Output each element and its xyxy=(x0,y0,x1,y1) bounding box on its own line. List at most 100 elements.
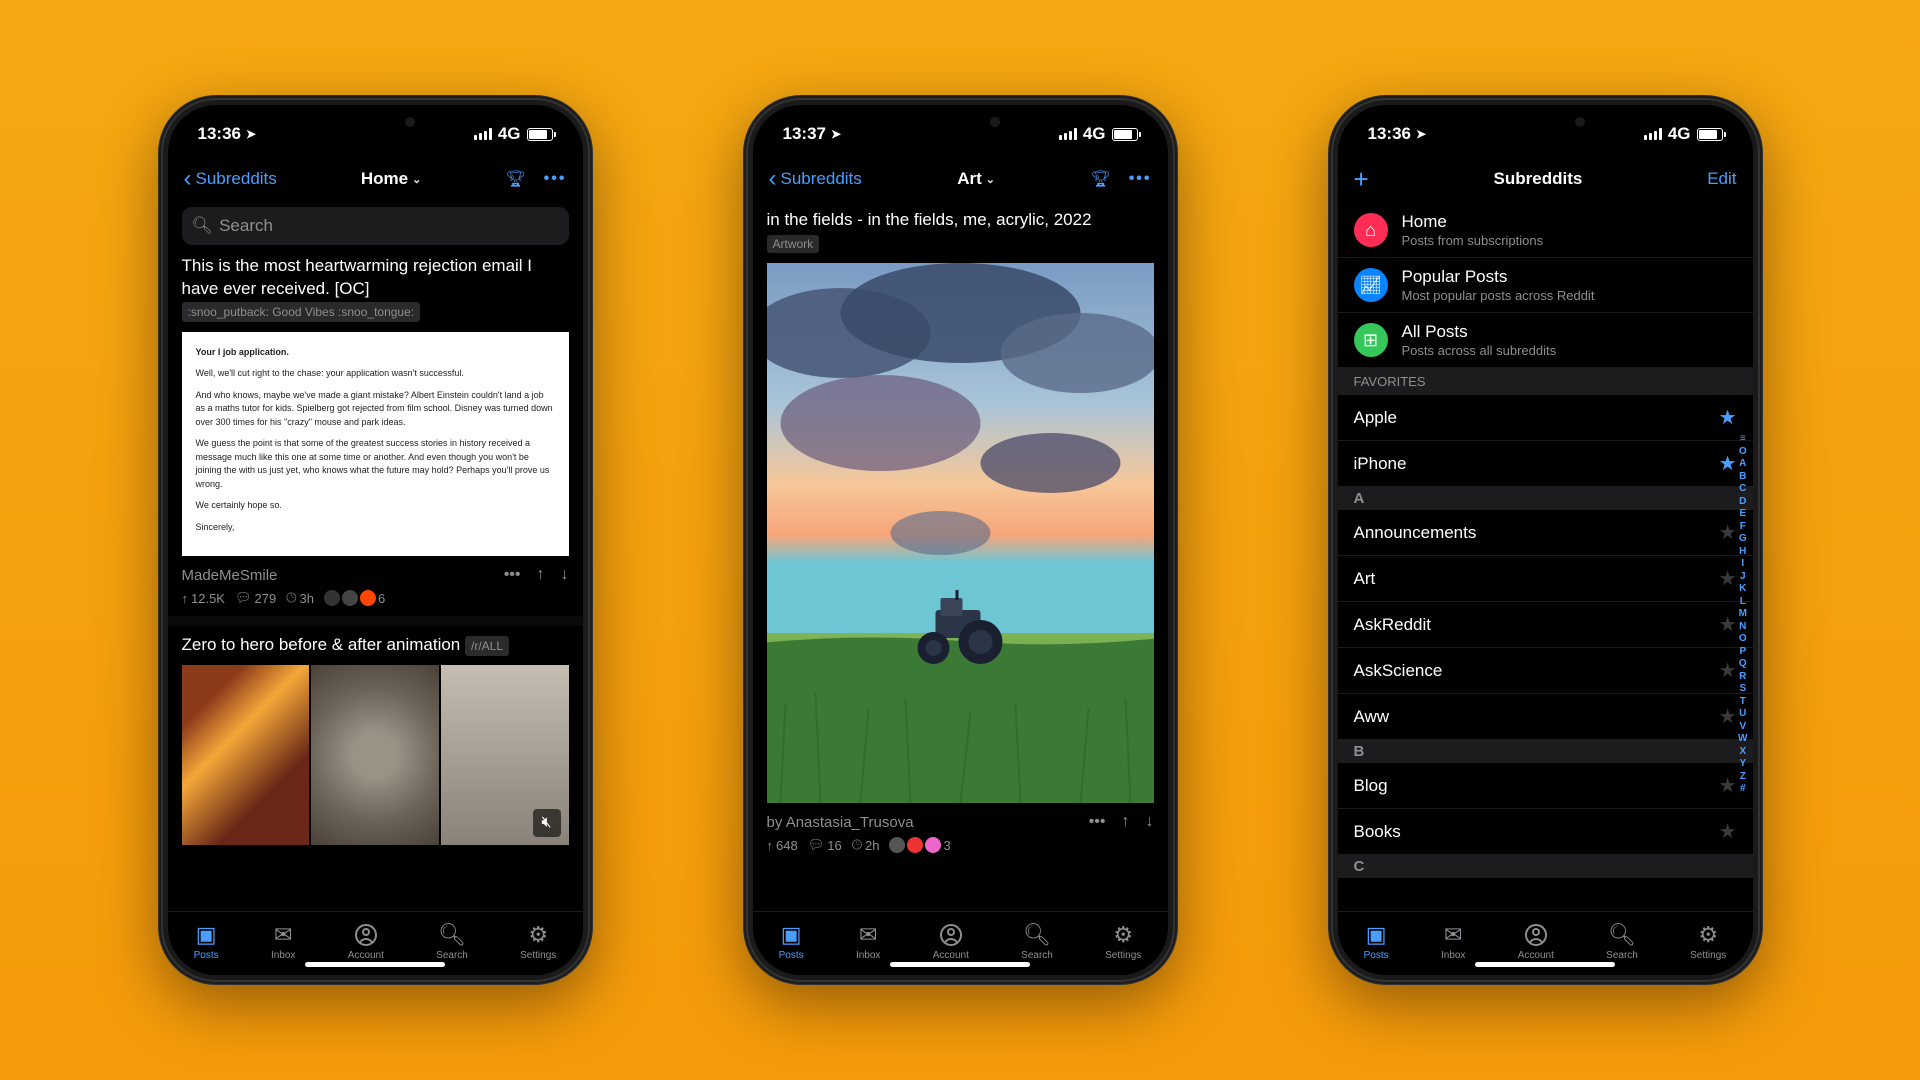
tab-inbox[interactable]: ✉Inbox xyxy=(856,922,880,961)
star-icon[interactable]: ★ xyxy=(1719,520,1737,545)
comment-count: 💬︎ 279 xyxy=(235,590,276,606)
home-indicator[interactable] xyxy=(305,962,445,967)
inbox-icon: ✉ xyxy=(1444,922,1462,948)
post-card[interactable]: This is the most heartwarming rejection … xyxy=(168,255,583,606)
location-icon: ➤ xyxy=(1416,127,1426,141)
star-icon[interactable]: ★ xyxy=(1719,773,1737,798)
battery-icon xyxy=(1112,128,1138,141)
post-flair: :snoo_putback: Good Vibes :snoo_tongue: xyxy=(182,302,421,322)
trophy-icon[interactable]: 🏆︎ xyxy=(1090,169,1110,189)
tab-settings[interactable]: ⚙Settings xyxy=(1105,922,1141,961)
star-icon[interactable]: ★ xyxy=(1719,566,1737,591)
nav-title-dropdown[interactable]: Art⌄ xyxy=(957,169,995,189)
nav-bar: ‹Subreddits Home⌄ 🏆︎ ••• xyxy=(168,155,583,203)
star-icon[interactable]: ★ xyxy=(1719,704,1737,729)
author-link[interactable]: by Anastasia_Trusova xyxy=(767,814,914,831)
tab-settings[interactable]: ⚙Settings xyxy=(1690,922,1726,961)
chevron-left-icon: ‹ xyxy=(769,165,777,193)
post-image[interactable]: Your I job application. Well, we'll cut … xyxy=(182,332,569,557)
nav-title-dropdown[interactable]: Home⌄ xyxy=(361,169,421,189)
upvote-icon[interactable]: ↑ xyxy=(1122,813,1130,831)
tab-search[interactable]: 🔍︎Search xyxy=(1606,922,1638,961)
trophy-icon[interactable]: 🏆︎ xyxy=(505,169,525,189)
signal-icon xyxy=(1644,128,1662,140)
add-button[interactable]: + xyxy=(1354,164,1369,195)
tab-inbox[interactable]: ✉Inbox xyxy=(1441,922,1465,961)
location-icon: ➤ xyxy=(246,127,256,141)
section-header-letter: A xyxy=(1338,487,1753,510)
tab-posts[interactable]: ▣Posts xyxy=(194,922,219,961)
subreddit-item[interactable]: Books★ xyxy=(1338,809,1753,855)
subreddit-item[interactable]: AskScience★ xyxy=(1338,648,1753,694)
search-input[interactable]: 🔍︎Search xyxy=(182,207,569,245)
home-icon: ⌂ xyxy=(1354,213,1388,247)
upvote-count: ↑ 12.5K xyxy=(182,591,225,606)
tab-account[interactable]: Account xyxy=(348,922,384,961)
phone-subreddits: 13:36➤ 4G + Subreddits Edit ≡OABCDEFGHIJ… xyxy=(1328,95,1763,985)
subreddit-item[interactable]: Blog★ xyxy=(1338,763,1753,809)
mute-icon[interactable]: 🔇︎ xyxy=(533,809,561,837)
post-flair: /r/ALL xyxy=(465,636,509,656)
upvote-icon[interactable]: ↑ xyxy=(537,566,545,584)
subreddit-item[interactable]: Aww★ xyxy=(1338,694,1753,740)
post-image[interactable] xyxy=(767,263,1154,803)
tab-search[interactable]: 🔍︎Search xyxy=(1021,922,1053,961)
home-indicator[interactable] xyxy=(890,962,1030,967)
feed-item-all-posts[interactable]: ⊞All PostsPosts across all subreddits xyxy=(1338,313,1753,368)
tab-inbox[interactable]: ✉Inbox xyxy=(271,922,295,961)
star-icon[interactable]: ★ xyxy=(1719,612,1737,637)
account-icon xyxy=(1524,922,1548,948)
subreddit-item[interactable]: Announcements★ xyxy=(1338,510,1753,556)
section-header-favorites: FAVORITES xyxy=(1338,368,1753,395)
subreddit-item[interactable]: Apple★ xyxy=(1338,395,1753,441)
star-icon[interactable]: ★ xyxy=(1719,819,1737,844)
battery-icon xyxy=(527,128,553,141)
feed-item-home[interactable]: ⌂HomePosts from subscriptions xyxy=(1338,203,1753,258)
feed-item-popular-posts[interactable]: 📈︎Popular PostsMost popular posts across… xyxy=(1338,258,1753,313)
back-button[interactable]: ‹Subreddits xyxy=(184,165,277,193)
tab-search[interactable]: 🔍︎Search xyxy=(436,922,468,961)
chevron-down-icon: ⌄ xyxy=(412,173,421,186)
star-icon[interactable]: ★ xyxy=(1719,658,1737,683)
edit-button[interactable]: Edit xyxy=(1707,169,1736,189)
nav-bar: ‹Subreddits Art⌄ 🏆︎ ••• xyxy=(753,155,1168,203)
settings-icon: ⚙ xyxy=(528,922,548,948)
star-icon[interactable]: ★ xyxy=(1719,405,1737,430)
nav-bar: + Subreddits Edit xyxy=(1338,155,1753,203)
account-icon xyxy=(354,922,378,948)
post-more-icon[interactable]: ••• xyxy=(1089,813,1106,831)
signal-icon xyxy=(1059,128,1077,140)
downvote-icon[interactable]: ↓ xyxy=(1146,813,1154,831)
page-title: Subreddits xyxy=(1494,169,1583,189)
more-icon[interactable]: ••• xyxy=(1129,170,1152,188)
subreddit-link[interactable]: MadeMeSmile xyxy=(182,567,278,584)
back-button[interactable]: ‹Subreddits xyxy=(769,165,862,193)
tab-account[interactable]: Account xyxy=(933,922,969,961)
posts-icon: ▣ xyxy=(781,922,802,948)
downvote-icon[interactable]: ↓ xyxy=(561,566,569,584)
subreddit-item[interactable]: AskReddit★ xyxy=(1338,602,1753,648)
tab-account[interactable]: Account xyxy=(1518,922,1554,961)
account-icon xyxy=(939,922,963,948)
subreddit-item[interactable]: iPhone★ xyxy=(1338,441,1753,487)
section-header-letter: B xyxy=(1338,740,1753,763)
subreddit-item[interactable]: Art★ xyxy=(1338,556,1753,602)
post-image[interactable]: 🔇︎ xyxy=(182,665,569,845)
star-icon[interactable]: ★ xyxy=(1719,451,1737,476)
post-more-icon[interactable]: ••• xyxy=(504,566,521,584)
settings-icon: ⚙ xyxy=(1113,922,1133,948)
chevron-left-icon: ‹ xyxy=(184,165,192,193)
alpha-index[interactable]: ≡OABCDEFGHIJKLMNOPQRSTUVWXYZ# xyxy=(1738,433,1747,794)
post-card[interactable]: Zero to hero before & after animation /r… xyxy=(168,634,583,845)
tab-settings[interactable]: ⚙Settings xyxy=(520,922,556,961)
search-icon: 🔍︎ xyxy=(438,922,466,948)
tab-posts[interactable]: ▣Posts xyxy=(1364,922,1389,961)
location-icon: ➤ xyxy=(831,127,841,141)
tab-posts[interactable]: ▣Posts xyxy=(779,922,804,961)
awards: 3 xyxy=(889,837,950,853)
post-card[interactable]: in the fields - in the fields, me, acryl… xyxy=(753,209,1168,853)
search-icon: 🔍︎ xyxy=(1608,922,1636,948)
home-indicator[interactable] xyxy=(1475,962,1615,967)
more-icon[interactable]: ••• xyxy=(544,170,567,188)
phone-art-post: 13:37➤ 4G ‹Subreddits Art⌄ 🏆︎••• in the … xyxy=(743,95,1178,985)
